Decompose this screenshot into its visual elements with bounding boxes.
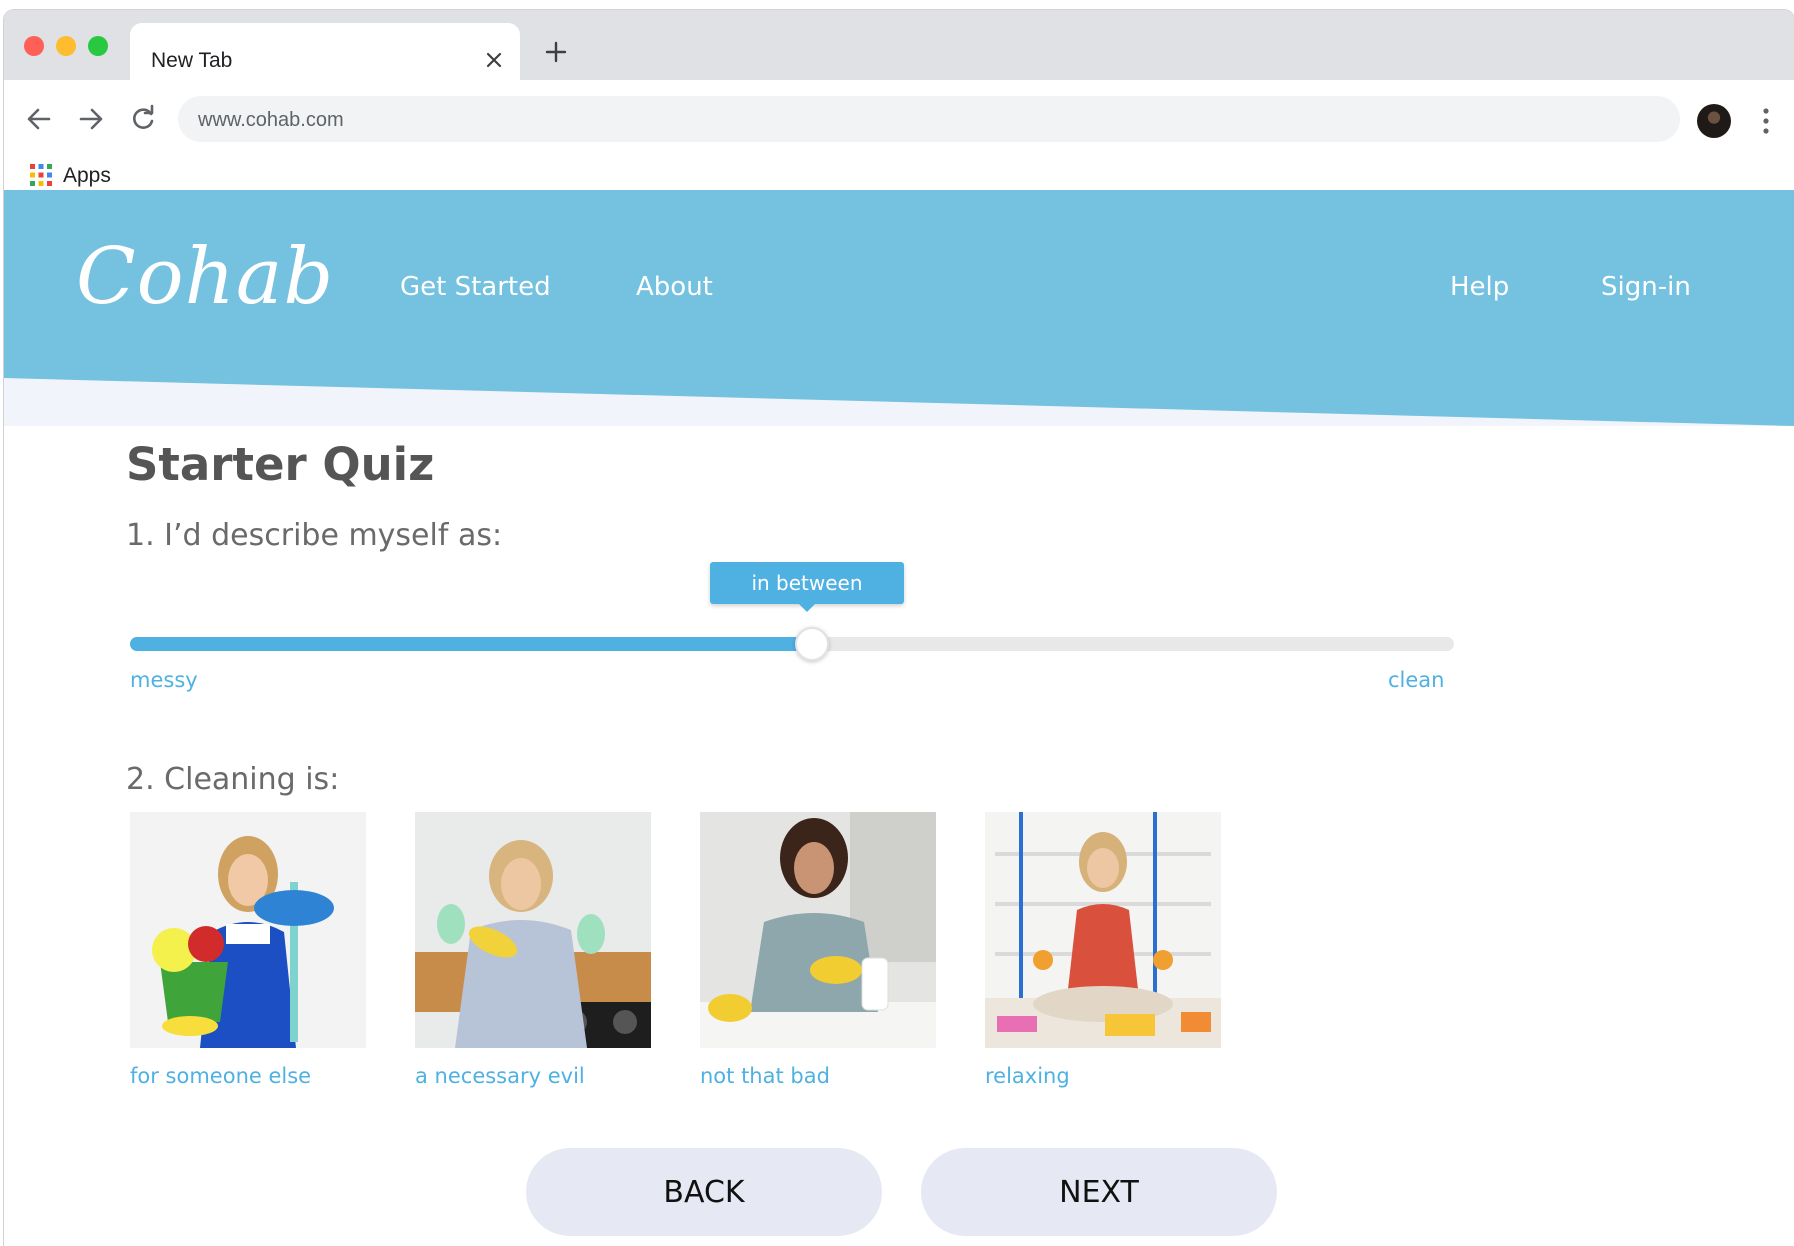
slider-value-tooltip: in between	[710, 562, 904, 612]
more-vertical-icon[interactable]	[1762, 106, 1770, 136]
woman-at-stove-image	[415, 812, 651, 1048]
close-icon[interactable]	[484, 50, 504, 70]
option-relaxing[interactable]: relaxing	[985, 812, 1223, 1088]
slider-fill	[130, 637, 812, 651]
url-text: www.cohab.com	[198, 109, 344, 131]
profile-avatar[interactable]	[1697, 104, 1731, 138]
plus-icon[interactable]	[544, 40, 568, 64]
option-label: not that bad	[700, 1064, 830, 1088]
browser-toolbar: www.cohab.com	[4, 80, 1794, 158]
option-not-that-bad[interactable]: not that bad	[700, 812, 938, 1088]
browser-tab[interactable]: New Tab	[130, 23, 520, 80]
tab-title: New Tab	[151, 49, 233, 72]
woman-meditating-image	[985, 812, 1221, 1048]
apps-bookmark[interactable]: Apps	[63, 164, 111, 188]
reload-icon[interactable]	[128, 104, 158, 134]
window-minimize-button[interactable]	[56, 36, 76, 56]
slider-max-label: clean	[1388, 668, 1445, 692]
option-image[interactable]	[415, 812, 651, 1048]
window-close-button[interactable]	[24, 36, 44, 56]
option-image[interactable]	[985, 812, 1221, 1048]
question-2-prompt: 2. Cleaning is:	[126, 762, 340, 797]
address-bar[interactable]: www.cohab.com	[178, 96, 1680, 142]
page-title: Starter Quiz	[126, 438, 435, 491]
option-label: relaxing	[985, 1064, 1070, 1088]
slider-min-label: messy	[130, 668, 198, 692]
nav-help[interactable]: Help	[1450, 272, 1509, 302]
back-button[interactable]: BACK	[526, 1148, 882, 1236]
woman-with-mop-image	[130, 812, 366, 1048]
apps-grid-icon[interactable]	[29, 163, 53, 187]
cohab-logo[interactable]: Cohab	[76, 232, 334, 322]
option-label: a necessary evil	[415, 1064, 585, 1088]
option-image[interactable]	[130, 812, 366, 1048]
arrow-left-icon[interactable]	[24, 104, 54, 134]
site-page: Cohab Get Started About Help Sign-in Sta…	[4, 190, 1794, 1246]
nav-get-started[interactable]: Get Started	[400, 272, 551, 302]
slider-handle[interactable]	[794, 627, 829, 661]
messy-clean-slider[interactable]	[130, 627, 1454, 661]
option-label: for someone else	[130, 1064, 312, 1088]
question-1-prompt: 1. I’d describe myself as:	[126, 518, 503, 553]
next-button[interactable]: NEXT	[921, 1148, 1277, 1236]
nav-sign-in[interactable]: Sign-in	[1601, 272, 1691, 302]
browser-window: New Tab www.cohab.com Apps Cohab Get Sta…	[4, 10, 1794, 1246]
option-necessary-evil[interactable]: a necessary evil	[415, 812, 653, 1088]
option-someone-else[interactable]: for someone else	[130, 812, 368, 1088]
window-maximize-button[interactable]	[88, 36, 108, 56]
option-image[interactable]	[700, 812, 936, 1048]
nav-about[interactable]: About	[636, 272, 713, 302]
woman-with-spray-image	[700, 812, 936, 1048]
tab-strip: New Tab	[4, 10, 1794, 80]
arrow-right-icon[interactable]	[76, 104, 106, 134]
